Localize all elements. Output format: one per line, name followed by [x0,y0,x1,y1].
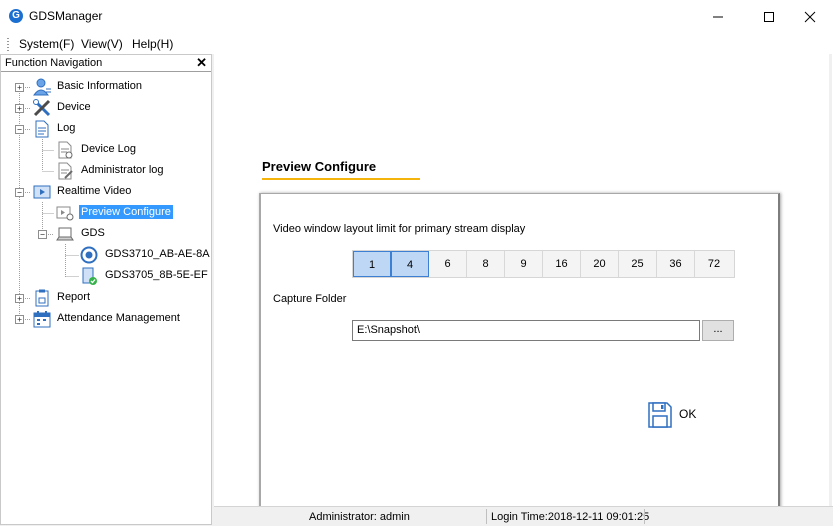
menu-view[interactable]: View(V) [81,37,123,51]
menu-grip [7,38,9,51]
camera-icon [80,246,98,264]
expand-device[interactable]: + [15,104,24,113]
admin-log-icon [58,162,73,180]
collapse-gds[interactable]: − [38,230,47,239]
layout-option-9[interactable]: 9 [505,251,543,277]
minimize-button[interactable] [695,0,741,34]
menu-bar: System(F) View(V) Help(H) [0,34,833,54]
calendar-icon [33,311,51,328]
user-icon [33,78,51,96]
status-user: Administrator: admin [309,511,410,523]
maximize-button[interactable] [746,0,792,34]
status-separator [486,509,487,524]
window-title: GDSManager [29,9,103,23]
menu-system[interactable]: System(F) [19,37,74,51]
status-bar: Administrator: admin Login Time:2018-12-… [214,506,833,526]
tree-item-attendance-management[interactable]: Attendance Management [57,312,180,324]
layout-option-20[interactable]: 20 [581,251,619,277]
layout-option-6[interactable]: 6 [429,251,467,277]
collapse-realtime-video[interactable]: − [15,188,24,197]
menu-help[interactable]: Help(H) [132,37,173,51]
expand-attendance-management[interactable]: + [15,315,24,324]
close-icon [804,11,816,23]
app-logo-icon: G [9,9,23,23]
title-bar: G GDSManager [0,0,833,34]
video-play-icon [33,185,51,199]
tools-icon [33,99,51,117]
capture-folder-label: Capture Folder [273,293,347,305]
tree-item-log[interactable]: Log [57,122,75,134]
tree-item-realtime-video[interactable]: Realtime Video [57,185,131,197]
ok-button[interactable]: OK [679,407,696,421]
clipboard-icon [35,289,49,307]
preview-configure-panel [259,193,780,525]
expand-report[interactable]: + [15,294,24,303]
device-log-icon [58,141,73,159]
layout-option-72[interactable]: 72 [695,251,733,277]
layout-limit-label: Video window layout limit for primary st… [273,223,526,235]
save-icon[interactable] [648,402,672,428]
tree-item-report[interactable]: Report [57,291,90,303]
tree-item-gds[interactable]: GDS [81,227,105,239]
tree-item-administrator-log[interactable]: Administrator log [81,164,164,176]
collapse-log[interactable]: − [15,125,24,134]
layout-limit-selector: 1 4 6 8 9 16 20 25 36 72 [352,250,735,278]
tree-item-gds3710[interactable]: GDS3710_AB-AE-8A [105,248,210,260]
layout-option-1[interactable]: 1 [353,251,391,277]
browse-folder-button[interactable]: ... [702,320,734,341]
layout-option-4[interactable]: 4 [391,251,429,277]
maximize-icon [764,12,774,22]
status-separator [644,509,645,524]
tree-item-gds3705[interactable]: GDS3705_8B-5E-EF [105,269,208,281]
title-underline [262,178,420,180]
video-config-icon [56,206,74,221]
expand-basic-information[interactable]: + [15,83,24,92]
tree-item-basic-information[interactable]: Basic Information [57,80,142,92]
window-right-edge [829,54,832,525]
tree-item-preview-configure[interactable]: Preview Configure [79,205,173,219]
close-button[interactable] [787,0,833,34]
laptop-icon [56,227,74,241]
status-login-time: Login Time:2018-12-11 09:01:25 [491,511,650,523]
layout-option-8[interactable]: 8 [467,251,505,277]
function-navigation-panel: Function Navigation ✕ + Basic Informatio… [0,54,212,525]
page-title: Preview Configure [262,159,377,174]
layout-option-36[interactable]: 36 [657,251,695,277]
layout-option-25[interactable]: 25 [619,251,657,277]
door-device-icon [82,267,97,285]
capture-folder-input[interactable]: E:\Snapshot\ [352,320,700,341]
layout-option-16[interactable]: 16 [543,251,581,277]
tree-item-device[interactable]: Device [57,101,91,113]
minimize-icon [713,16,723,18]
document-icon [35,120,49,138]
tree-item-device-log[interactable]: Device Log [81,143,136,155]
